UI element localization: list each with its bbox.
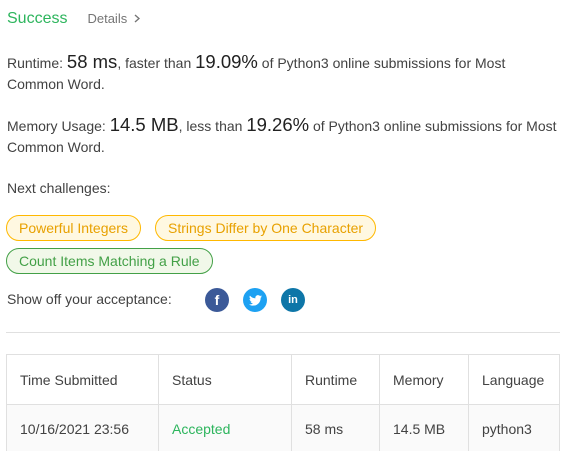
runtime-stat: Runtime: 58 ms, faster than 19.09% of Py… (7, 51, 557, 95)
challenge-tag-strings-differ[interactable]: Strings Differ by One Character (155, 215, 377, 241)
status-title: Success (7, 10, 68, 27)
facebook-share-button[interactable]: f (205, 288, 229, 312)
column-header-runtime: Runtime (291, 354, 380, 405)
runtime-percent: 19.09% (195, 51, 258, 72)
challenge-tag-powerful-integers[interactable]: Powerful Integers (6, 215, 141, 241)
column-header-language: Language (468, 354, 560, 405)
details-label: Details (87, 11, 128, 26)
cell-memory: 14.5 MB (379, 404, 469, 451)
cell-time-submitted: 10/16/2021 23:56 (6, 404, 159, 451)
result-header: Success Details (7, 10, 141, 28)
linkedin-icon: in (288, 294, 298, 306)
memory-comparison: , less than (178, 118, 247, 134)
cell-runtime: 58 ms (291, 404, 380, 451)
share-label: Show off your acceptance: (7, 291, 172, 307)
twitter-share-button[interactable] (243, 288, 267, 312)
runtime-comparison: , faster than (117, 55, 196, 71)
challenge-tag-count-items[interactable]: Count Items Matching a Rule (6, 248, 213, 274)
runtime-value: 58 ms (66, 51, 118, 72)
submission-table: Time Submitted Status Runtime Memory Lan… (6, 354, 560, 451)
details-link[interactable]: Details (87, 11, 141, 26)
facebook-icon: f (214, 292, 220, 308)
next-challenges-label: Next challenges: (7, 180, 111, 196)
linkedin-share-button[interactable]: in (281, 288, 305, 312)
table-row[interactable]: 10/16/2021 23:56 Accepted 58 ms 14.5 MB … (6, 404, 560, 451)
table-header-row: Time Submitted Status Runtime Memory Lan… (6, 354, 560, 405)
memory-label: Memory Usage: (7, 118, 110, 134)
column-header-status: Status (158, 354, 292, 405)
twitter-icon (248, 294, 262, 306)
divider (6, 332, 560, 333)
memory-stat: Memory Usage: 14.5 MB, less than 19.26% … (7, 114, 557, 158)
cell-language: python3 (468, 404, 560, 451)
cell-status-link[interactable]: Accepted (158, 404, 292, 451)
chevron-right-icon (134, 14, 141, 23)
memory-value: 14.5 MB (109, 114, 179, 135)
memory-percent: 19.26% (246, 114, 310, 135)
column-header-memory: Memory (379, 354, 469, 405)
column-header-time: Time Submitted (6, 354, 159, 405)
runtime-label: Runtime: (7, 55, 67, 71)
